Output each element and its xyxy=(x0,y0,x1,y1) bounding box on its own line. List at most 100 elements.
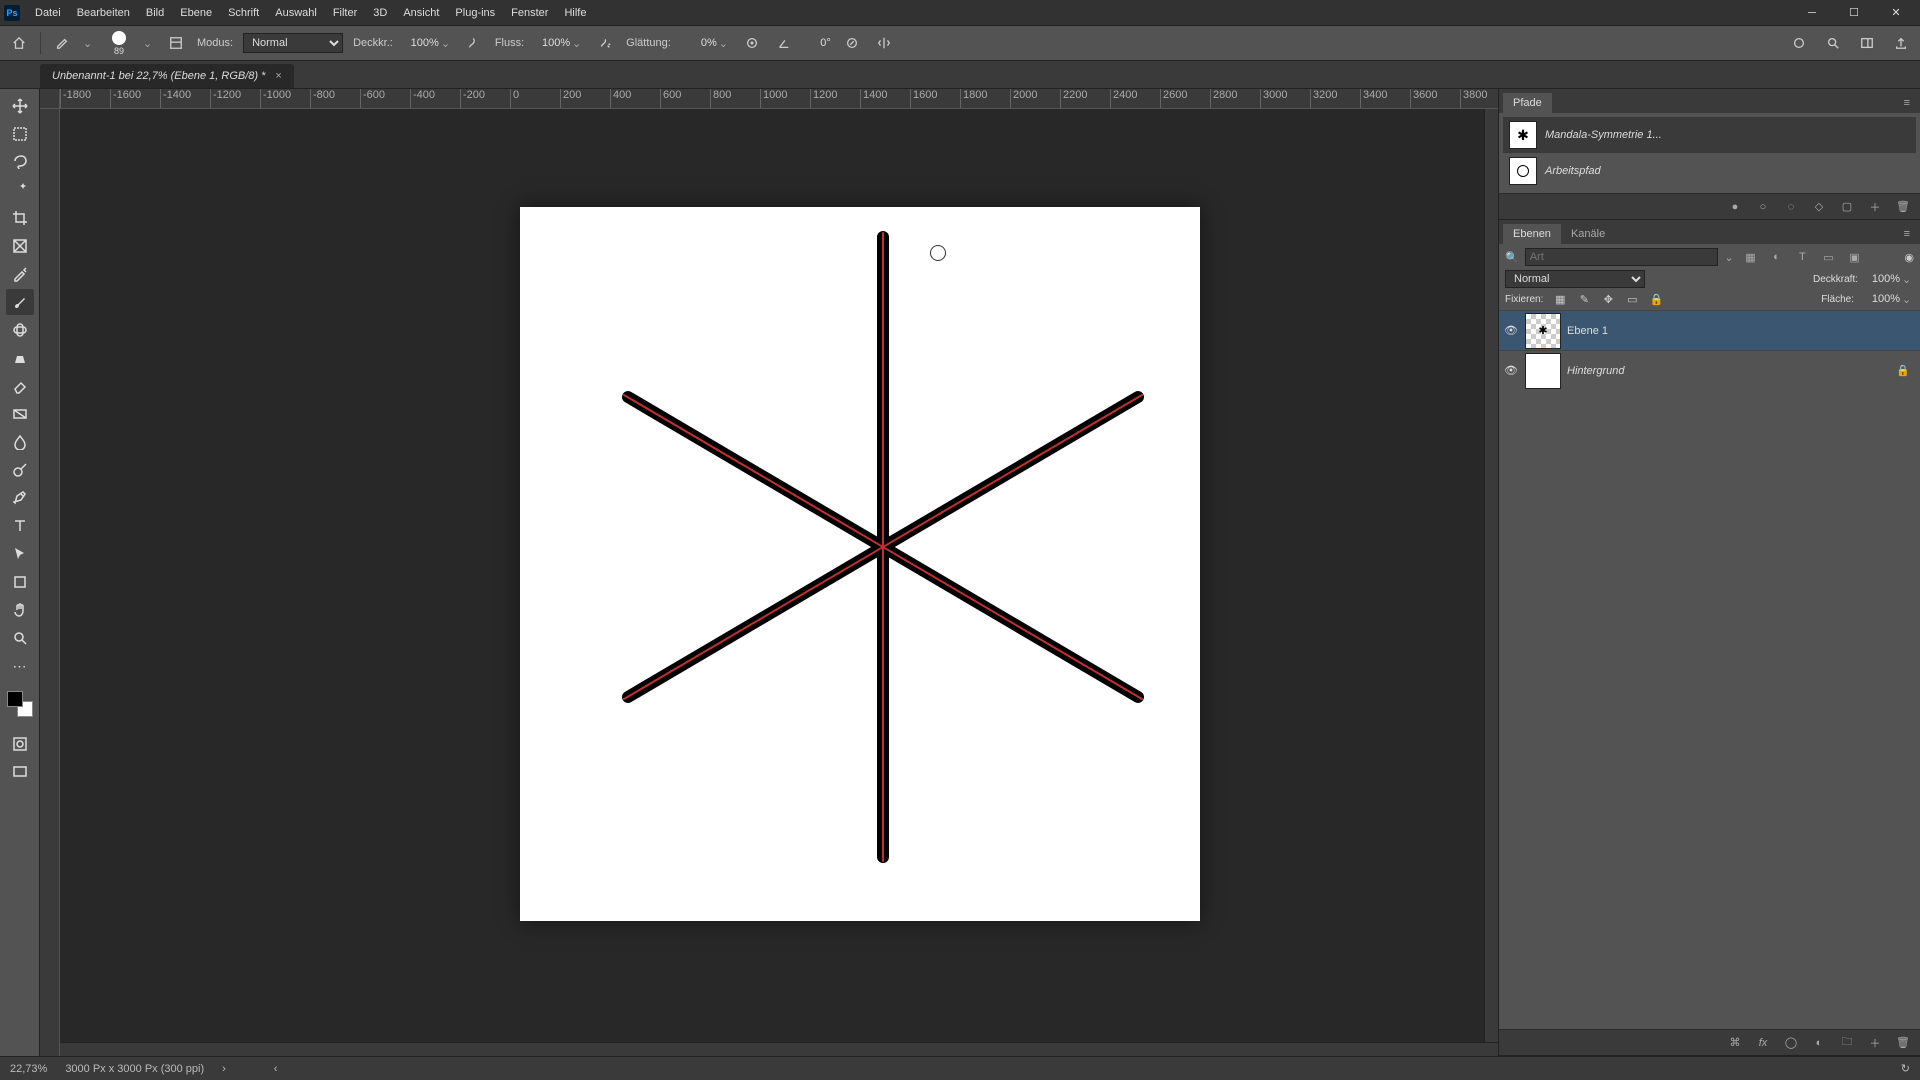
vertical-ruler[interactable] xyxy=(40,109,60,1056)
cloud-docs-icon[interactable] xyxy=(1788,32,1810,54)
smoothing-input[interactable] xyxy=(681,37,717,49)
delete-layer-icon[interactable]: 🗑 xyxy=(1896,1036,1910,1050)
pressure-opacity-icon[interactable] xyxy=(463,32,485,54)
menu-auswahl[interactable]: Auswahl xyxy=(268,3,324,23)
fill-path-icon[interactable]: ● xyxy=(1728,200,1742,214)
filter-adjust-icon[interactable]: ◐ xyxy=(1768,251,1784,264)
path-to-selection-icon[interactable]: ◌ xyxy=(1784,200,1798,214)
share-icon[interactable] xyxy=(1890,32,1912,54)
symmetry-icon[interactable] xyxy=(873,32,895,54)
healing-tool[interactable] xyxy=(6,317,34,343)
angle-icon[interactable] xyxy=(773,32,795,54)
quickmask-icon[interactable] xyxy=(6,731,34,757)
add-mask-icon[interactable]: ◯ xyxy=(1784,1036,1798,1050)
chevron-down-icon[interactable]: ⌄ xyxy=(83,37,95,50)
brush-panel-icon[interactable] xyxy=(165,32,187,54)
panel-menu-icon[interactable]: ≡ xyxy=(1898,93,1916,113)
blend-mode-select[interactable]: Normal xyxy=(243,33,343,53)
menu-ansicht[interactable]: Ansicht xyxy=(396,3,446,23)
new-path-icon[interactable]: ＋ xyxy=(1868,200,1882,214)
layer-blendmode-select[interactable]: Normal xyxy=(1505,270,1645,288)
vertical-scrollbar[interactable] xyxy=(1484,109,1498,1042)
type-tool[interactable] xyxy=(6,513,34,539)
hand-tool[interactable] xyxy=(6,597,34,623)
eraser-tool[interactable] xyxy=(6,373,34,399)
delete-path-icon[interactable]: 🗑 xyxy=(1896,200,1910,214)
filter-smart-icon[interactable]: ▣ xyxy=(1846,251,1862,264)
layer-row[interactable]: 👁Hintergrund🔒 xyxy=(1499,350,1920,390)
stroke-path-icon[interactable]: ○ xyxy=(1756,200,1770,214)
blur-tool[interactable] xyxy=(6,429,34,455)
horizontal-scrollbar[interactable] xyxy=(60,1042,1498,1056)
chevron-down-icon[interactable]: ⌄ xyxy=(1902,293,1914,306)
menu-bild[interactable]: Bild xyxy=(139,3,171,23)
menu-plug-ins[interactable]: Plug-ins xyxy=(448,3,502,23)
brush-preview[interactable]: 89 xyxy=(105,29,133,57)
layer-filter-input[interactable] xyxy=(1525,248,1719,266)
flow-input[interactable] xyxy=(534,37,570,49)
lasso-tool[interactable] xyxy=(6,149,34,175)
lock-nesting-icon[interactable]: ▭ xyxy=(1625,292,1639,306)
screenmode-icon[interactable] xyxy=(6,759,34,785)
link-layers-icon[interactable]: ⌘ xyxy=(1728,1036,1742,1050)
foreground-color-swatch[interactable] xyxy=(7,691,23,707)
path-select-tool[interactable] xyxy=(6,541,34,567)
make-workpath-icon[interactable]: ◇ xyxy=(1812,200,1826,214)
layer-fx-icon[interactable]: fx xyxy=(1756,1036,1770,1050)
pressure-size-icon[interactable] xyxy=(841,32,863,54)
document-canvas[interactable] xyxy=(520,207,1200,921)
zoom-level[interactable]: 22,73% xyxy=(10,1063,47,1075)
wand-tool[interactable] xyxy=(6,177,34,203)
layer-opacity-input[interactable] xyxy=(1864,273,1900,285)
crop-tool[interactable] xyxy=(6,205,34,231)
layer-fill-input[interactable] xyxy=(1864,293,1900,305)
filter-pixel-icon[interactable]: ▦ xyxy=(1742,251,1758,264)
new-adjustment-icon[interactable]: ◐ xyxy=(1812,1036,1826,1050)
gradient-tool[interactable] xyxy=(6,401,34,427)
menu-bearbeiten[interactable]: Bearbeiten xyxy=(70,3,137,23)
minimize-button[interactable]: ─ xyxy=(1792,1,1832,25)
marquee-tool[interactable] xyxy=(6,121,34,147)
chevron-down-icon[interactable]: ⌄ xyxy=(1724,251,1736,264)
layer-name[interactable]: Ebene 1 xyxy=(1567,325,1608,337)
visibility-toggle-icon[interactable]: 👁 xyxy=(1503,363,1519,379)
path-row[interactable]: ✱Mandala-Symmetrie 1... xyxy=(1503,117,1916,153)
sync-status-icon[interactable]: ↻ xyxy=(1901,1062,1910,1075)
layer-row[interactable]: 👁 ✱ Ebene 1 xyxy=(1499,310,1920,350)
filter-type-icon[interactable]: T xyxy=(1794,251,1810,264)
lock-transparency-icon[interactable]: ▦ xyxy=(1553,292,1567,306)
panel-menu-icon[interactable]: ≡ xyxy=(1898,224,1916,244)
brush-tool[interactable] xyxy=(6,289,34,315)
workspace-icon[interactable] xyxy=(1856,32,1878,54)
more-tools-icon[interactable]: ⋯ xyxy=(6,653,34,679)
menu-filter[interactable]: Filter xyxy=(326,3,364,23)
chevron-down-icon[interactable]: ⌄ xyxy=(143,37,155,50)
color-swatches[interactable] xyxy=(7,691,33,717)
move-tool[interactable] xyxy=(6,93,34,119)
horizontal-ruler[interactable]: -1800-1600-1400-1200-1000-800-600-400-20… xyxy=(60,89,1498,109)
menu-fenster[interactable]: Fenster xyxy=(504,3,555,23)
layer-thumbnail[interactable] xyxy=(1525,353,1561,389)
chevron-down-icon[interactable]: ⌄ xyxy=(1902,273,1914,286)
menu-hilfe[interactable]: Hilfe xyxy=(557,3,593,23)
angle-input[interactable] xyxy=(805,37,831,49)
menu-ebene[interactable]: Ebene xyxy=(173,3,219,23)
menu-schrift[interactable]: Schrift xyxy=(221,3,266,23)
ruler-origin[interactable] xyxy=(40,89,60,109)
maximize-button[interactable]: ☐ xyxy=(1834,1,1874,25)
layer-thumbnail[interactable]: ✱ xyxy=(1525,313,1561,349)
layer-name[interactable]: Hintergrund xyxy=(1567,365,1624,377)
lock-position-icon[interactable]: ✥ xyxy=(1601,292,1615,306)
search-icon[interactable] xyxy=(1822,32,1844,54)
add-mask-icon[interactable]: ▢ xyxy=(1840,200,1854,214)
chevron-down-icon[interactable]: ⌄ xyxy=(572,37,584,50)
filter-shape-icon[interactable]: ▭ xyxy=(1820,251,1836,264)
filter-toggle-icon[interactable]: ◉ xyxy=(1904,251,1914,264)
clone-tool[interactable] xyxy=(6,345,34,371)
tool-preset-icon[interactable] xyxy=(51,32,73,54)
menu-3d[interactable]: 3D xyxy=(366,3,394,23)
visibility-toggle-icon[interactable]: 👁 xyxy=(1503,323,1519,339)
chevron-down-icon[interactable]: ⌄ xyxy=(441,37,453,50)
document-tab[interactable]: Unbenannt-1 bei 22,7% (Ebene 1, RGB/8) *… xyxy=(40,64,294,88)
smoothing-options-icon[interactable] xyxy=(741,32,763,54)
